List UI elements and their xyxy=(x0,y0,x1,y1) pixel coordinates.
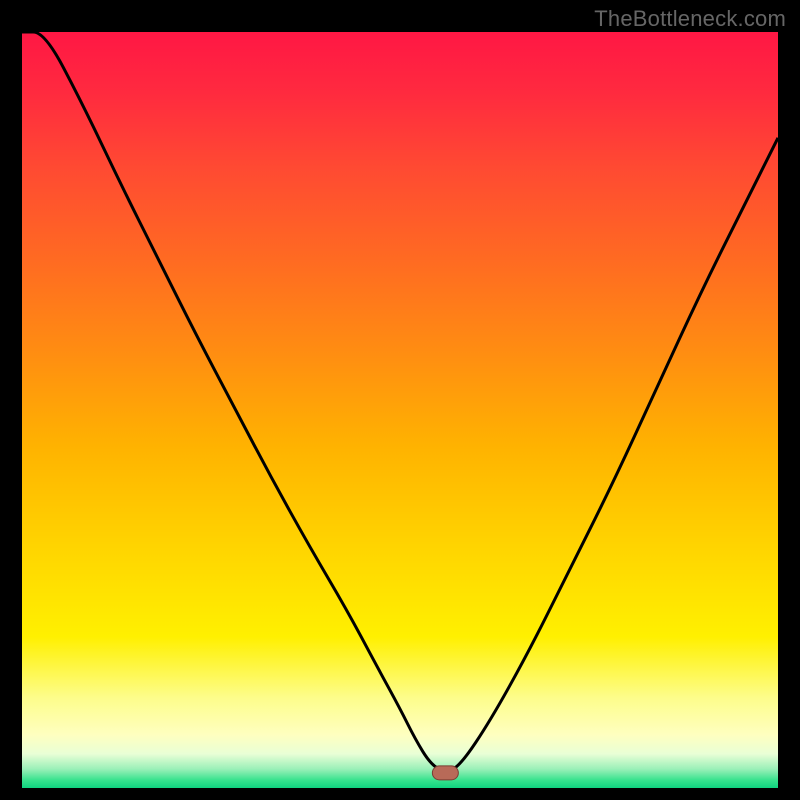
optimal-point-marker xyxy=(432,766,458,780)
plot-area xyxy=(22,32,778,788)
chart-frame: TheBottleneck.com xyxy=(0,0,800,800)
watermark-text: TheBottleneck.com xyxy=(594,6,786,32)
gradient-background xyxy=(22,32,778,788)
bottleneck-chart xyxy=(22,32,778,788)
